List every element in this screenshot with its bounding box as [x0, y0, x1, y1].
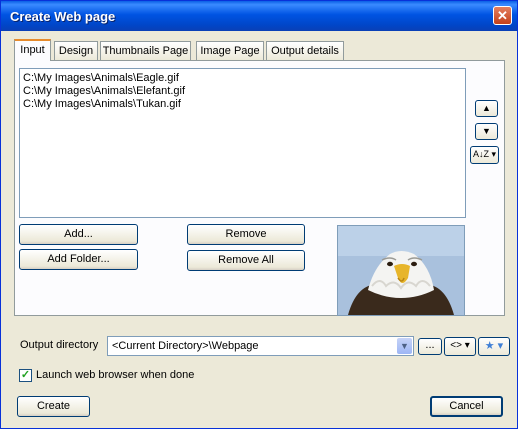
browse-button-label: ... — [425, 339, 435, 351]
image-preview — [337, 225, 465, 316]
cancel-button-label: Cancel — [449, 400, 484, 412]
file-list[interactable]: C:\My Images\Animals\Eagle.gif C:\My Ima… — [19, 68, 466, 218]
add-button-label: Add... — [64, 228, 93, 240]
cancel-button[interactable]: Cancel — [430, 396, 503, 417]
remove-all-button-label: Remove All — [218, 254, 274, 266]
close-button[interactable]: ✕ — [493, 6, 512, 25]
add-button[interactable]: Add... — [19, 224, 138, 245]
add-folder-button-label: Add Folder... — [47, 253, 110, 265]
tab-input[interactable]: Input — [14, 39, 51, 61]
window-title: Create Web page — [10, 9, 116, 24]
move-down-button[interactable]: ▼ — [475, 123, 498, 140]
launch-browser-label[interactable]: Launch web browser when done — [36, 369, 194, 381]
create-web-page-dialog: Create Web page ✕ Input Design Thumbnail… — [0, 0, 518, 429]
list-item[interactable]: C:\My Images\Animals\Elefant.gif — [23, 85, 185, 97]
tab-thumbnails-page[interactable]: Thumbnails Page — [100, 41, 191, 60]
create-button-label: Create — [36, 400, 71, 412]
arrow-down-icon: ▼ — [482, 126, 491, 136]
tab-thumbnails-page-label: Thumbnails Page — [102, 45, 189, 57]
close-icon: ✕ — [497, 8, 508, 23]
sort-az-icon: A↓Z ▾ — [472, 149, 497, 159]
title-bar[interactable]: Create Web page ✕ — [1, 1, 517, 31]
tab-image-page-label: Image Page — [200, 45, 260, 57]
tab-image-page[interactable]: Image Page — [196, 41, 264, 60]
code-tags-icon: <> ▾ — [450, 340, 470, 351]
output-directory-combo[interactable]: <Current Directory>\Webpage ▼ — [107, 336, 414, 356]
tab-output-details[interactable]: Output details — [266, 41, 344, 60]
remove-button[interactable]: Remove — [187, 224, 305, 245]
output-directory-value: <Current Directory>\Webpage — [112, 340, 259, 352]
list-item[interactable]: C:\My Images\Animals\Eagle.gif — [23, 72, 179, 84]
remove-button-label: Remove — [225, 228, 267, 240]
add-folder-button[interactable]: Add Folder... — [19, 249, 138, 270]
star-icon: ★ ▾ — [484, 340, 504, 352]
move-up-button[interactable]: ▲ — [475, 100, 498, 117]
browse-button[interactable]: ... — [418, 338, 442, 355]
create-button[interactable]: Create — [17, 396, 90, 417]
launch-browser-checkbox[interactable]: ✓ — [19, 369, 32, 382]
list-item[interactable]: C:\My Images\Animals\Tukan.gif — [23, 98, 181, 110]
tab-design-label: Design — [58, 45, 94, 57]
eagle-image — [338, 226, 464, 315]
code-menu-button[interactable]: <> ▾ — [444, 337, 476, 356]
favorites-menu-button[interactable]: ★ ▾ — [478, 337, 510, 356]
tab-input-label: Input — [20, 44, 45, 56]
output-directory-label: Output directory — [20, 339, 99, 351]
dropdown-arrow-icon[interactable]: ▼ — [397, 338, 412, 354]
remove-all-button[interactable]: Remove All — [187, 250, 305, 271]
tab-output-details-label: Output details — [271, 45, 339, 57]
tab-design[interactable]: Design — [54, 41, 98, 60]
sort-button[interactable]: A↓Z ▾ — [470, 146, 499, 164]
arrow-up-icon: ▲ — [482, 103, 491, 113]
